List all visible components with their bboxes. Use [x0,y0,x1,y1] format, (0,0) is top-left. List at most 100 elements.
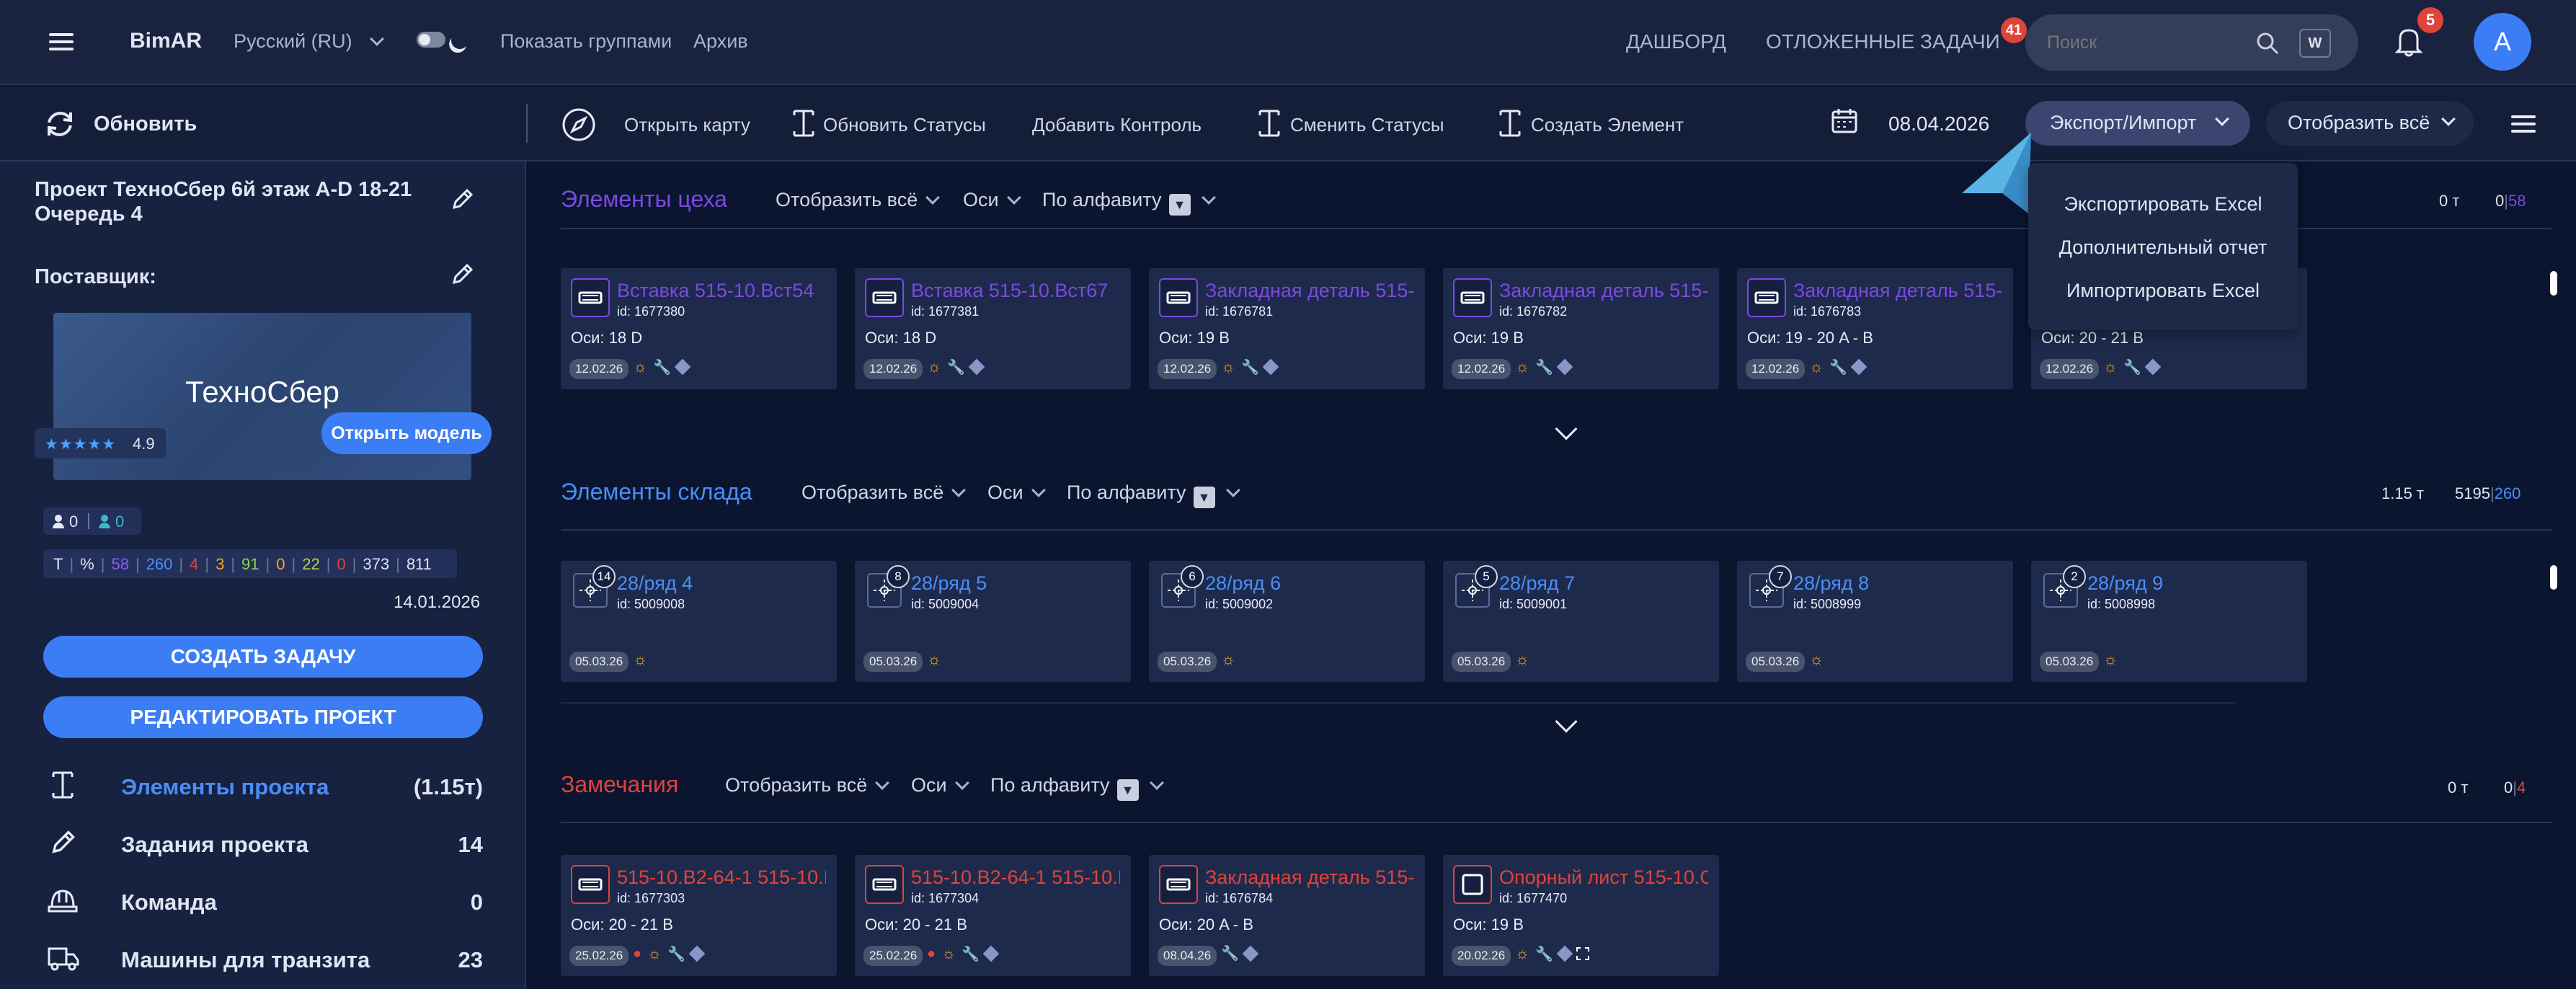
card-name: 28/ряд 6 [1205,572,1282,594]
remark-card[interactable]: 515-10.B2-64-1 515-10.Н id: 1677303 Оси:… [561,855,837,976]
update-statuses-button[interactable]: Обновить Статусы [823,114,986,136]
show-all-button[interactable]: Отобразить всё [2266,101,2474,146]
menu-item-additional-report[interactable]: Дополнительный отчет [2028,236,2298,259]
cube-icon [2144,358,2162,376]
card-status-icons: ☼ 🔧 [633,358,691,376]
warehouse-filter-axes[interactable]: Оси [987,482,1046,504]
count-b: 4 [2516,779,2526,797]
edit-icon[interactable] [450,262,474,287]
element-card[interactable]: Вставка 515-10.Вст54 id: 1677380 Оси: 18… [561,268,837,389]
dashboard-link[interactable]: ДАШБОРД [1626,30,1726,53]
remark-card[interactable]: Закладная деталь 515-10 id: 1676784 Оси:… [1149,855,1425,976]
card-status-icons: ☼ 🔧 [1515,358,1573,376]
compass-icon[interactable] [561,107,597,143]
refresh-button[interactable]: Обновить [94,112,197,136]
refresh-icon[interactable] [43,110,76,138]
remarks-filter-axes[interactable]: Оси [911,774,969,797]
element-card[interactable]: Закладная деталь 515-10 id: 1676782 Оси:… [1443,268,1719,389]
warehouse-card[interactable]: 6 28/ряд 6 id: 5009002 05.03.26 ☼ [1149,561,1425,682]
filter-label: Отобразить всё [725,774,868,796]
change-statuses-button[interactable]: Сменить Статусы [1290,114,1444,136]
create-task-button[interactable]: СОЗДАТЬ ЗАДАЧУ [43,636,483,678]
search-input[interactable] [2047,29,2234,56]
card-axes: Оси: 18 D [865,329,937,347]
search-box[interactable]: W [2025,14,2358,71]
open-map-button[interactable]: Открыть карту [624,114,750,136]
theme-toggle[interactable] [417,32,445,48]
deferred-tasks-badge: 41 [2001,17,2027,43]
show-groups-link[interactable]: Показать группами [500,30,672,53]
chevron-down-icon [925,190,941,205]
shop-filter-show-all[interactable]: Отобразить всё [776,189,941,211]
language-select[interactable]: Русский (RU) [234,30,385,53]
menu-item-export-excel[interactable]: Экспортировать Excel [2028,193,2298,216]
element-card[interactable]: Закладная деталь 515-10 id: 1676783 Оси:… [1737,268,2013,389]
card-name: 28/ряд 9 [2087,572,2164,594]
warehouse-filter-show-all[interactable]: Отобразить всё [801,482,967,504]
person-icon [99,523,110,528]
expand-chevron-icon[interactable] [1555,417,1578,440]
menu-icon[interactable] [49,29,74,55]
search-icon[interactable] [2255,30,2280,56]
shop-filter-axes[interactable]: Оси [963,189,1021,211]
warehouse-card[interactable]: 8 28/ряд 5 id: 5009004 05.03.26 ☼ [855,561,1131,682]
cube-icon [1556,945,1573,962]
nav-transit-vehicles[interactable]: Машины для транзита 23 [0,934,526,985]
i-beam-icon [1258,110,1280,137]
card-id: id: 5008999 [1793,597,1862,611]
cube-icon [1556,358,1573,376]
menu-item-import-excel[interactable]: Импортировать Excel [2028,280,2298,302]
warehouse-card[interactable]: 5 28/ряд 7 id: 5009001 05.03.26 ☼ [1443,561,1719,682]
warehouse-card[interactable]: 14 28/ряд 4 id: 5009008 05.03.26 ☼ [561,561,837,682]
remark-card[interactable]: 515-10.B2-64-1 515-10.Н id: 1677304 Оси:… [855,855,1131,976]
open-model-button[interactable]: Открыть модель [321,412,492,454]
create-element-button[interactable]: Создать Элемент [1531,114,1684,136]
archive-link[interactable]: Архив [693,30,748,53]
remarks-filter-show-all[interactable]: Отобразить всё [725,774,890,797]
plate-icon [1453,865,1492,904]
chevron-down-icon [2441,112,2456,126]
card-date: 05.03.26 [1158,652,1217,672]
card-id: id: 1676783 [1793,304,1862,319]
chevron-down-icon [954,776,969,790]
list-menu-icon[interactable] [2511,111,2536,137]
warehouse-filter-sort[interactable]: По алфавиту ▼ [1067,482,1240,508]
bell-icon[interactable] [2394,26,2423,58]
edit-project-button[interactable]: РЕДАКТИРОВАТЬ ПРОЕКТ [43,696,483,738]
calendar-icon[interactable] [1831,107,1858,134]
warehouse-card[interactable]: 7 28/ряд 8 id: 5008999 05.03.26 ☼ [1737,561,2013,682]
export-import-dropdown: Экспортировать Excel Дополнительный отче… [2028,163,2298,330]
nav-project-tasks[interactable]: Задания проекта 14 [0,819,526,869]
element-card[interactable]: Закладная деталь 515-10 id: 1676781 Оси:… [1149,268,1425,389]
scrollbar[interactable] [2550,565,2557,590]
add-control-button[interactable]: Добавить Контроль [1032,114,1202,136]
scrollbar[interactable] [2550,271,2557,296]
chevron-down-icon [370,32,385,46]
card-id: id: 1677304 [911,891,980,905]
card-status-icons: ☼ 🔧 [1809,358,1867,376]
supplier-name: ТехноСбер [185,375,339,409]
chevron-down-icon [1006,190,1021,205]
top-bar: BimAR Русский (RU) Показать группами Арх… [0,0,2576,85]
location-pin-icon: ● [927,945,936,962]
remark-card[interactable]: Опорный лист 515-10.ОЛ id: 1677470 Оси: … [1443,855,1719,976]
stat-v9: 373 [363,555,390,573]
remarks-filter-sort[interactable]: По алфавиту ▼ [990,774,1164,801]
avatar[interactable]: A [2474,13,2531,71]
rating-value: 4.9 [133,435,155,453]
export-import-button[interactable]: Экспорт/Импорт [2025,101,2250,146]
edit-icon[interactable] [450,187,474,212]
deferred-tasks-link[interactable]: ОТЛОЖЕННЫЕ ЗАДАЧИ [1766,30,2000,53]
sun-icon: ☼ [2103,650,2118,668]
shop-filter-sort[interactable]: По алфавиту ▼ [1042,189,1216,216]
filter-label: По алфавиту [990,774,1110,796]
nav-team[interactable]: Команда 0 [0,877,526,927]
card-date: 20.02.26 [1452,946,1511,966]
nav-project-elements[interactable]: Элементы проекта (1.15т) [0,761,526,812]
filter-label: Отобразить всё [801,482,944,503]
rating-stars: ★★★★★ [45,436,117,453]
chevron-down-icon [1225,483,1240,497]
expand-chevron-icon[interactable] [1555,710,1578,733]
element-card[interactable]: Вставка 515-10.Вст67 id: 1677381 Оси: 18… [855,268,1131,389]
warehouse-card[interactable]: 2 28/ряд 9 id: 5008998 05.03.26 ☼ [2031,561,2307,682]
